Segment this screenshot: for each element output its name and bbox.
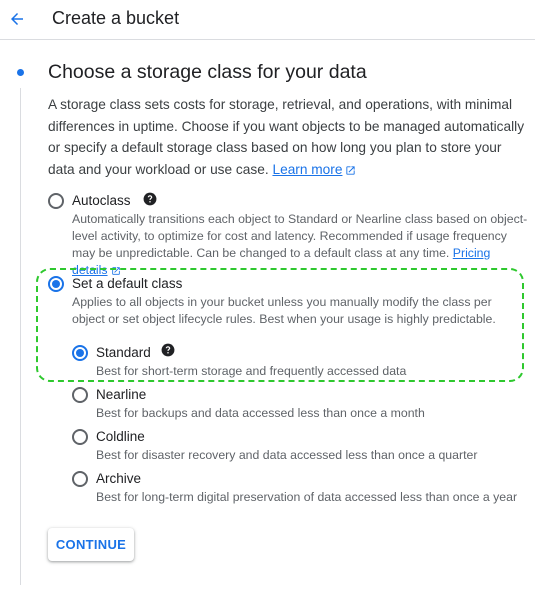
nearline-description: Best for backups and data accessed less … [96, 406, 425, 420]
arrow-back-icon [11, 13, 23, 25]
open-in-new-icon [346, 165, 356, 175]
standard-radio[interactable] [72, 345, 88, 361]
archive-radio[interactable] [72, 471, 88, 487]
autoclass-label: Autoclass [72, 193, 131, 208]
archive-label: Archive [96, 471, 142, 486]
nearline-radio[interactable] [72, 387, 88, 403]
autoclass-radio[interactable] [48, 193, 64, 209]
default-class-label: Set a default class [72, 276, 183, 291]
learn-more-link[interactable]: Learn more [272, 162, 356, 177]
standard-description: Best for short-term storage and frequent… [96, 364, 407, 378]
autoclass-help-icon[interactable] [143, 192, 157, 206]
back-button[interactable] [4, 6, 30, 32]
step-connector-line [20, 88, 21, 585]
coldline-radio[interactable] [72, 429, 88, 445]
standard-help-icon[interactable] [161, 343, 175, 357]
step-indicator-dot [17, 69, 24, 76]
section-description: A storage class sets costs for storage, … [48, 94, 526, 180]
page-title: Create a bucket [52, 8, 180, 28]
top-bar: Create a bucket [0, 0, 535, 40]
continue-button[interactable]: CONTINUE [48, 528, 134, 561]
default-class-description: Applies to all objects in your bucket un… [72, 295, 496, 326]
coldline-description: Best for disaster recovery and data acce… [96, 448, 478, 462]
autoclass-description: Automatically transitions each object to… [72, 211, 528, 279]
open-in-new-icon [111, 267, 120, 275]
standard-label: Standard [96, 345, 151, 360]
section-title: Choose a storage class for your data [48, 61, 367, 83]
nearline-label: Nearline [96, 387, 147, 402]
learn-more-text: Learn more [272, 161, 343, 177]
archive-description: Best for long-term digital preservation … [96, 490, 518, 504]
default-class-radio[interactable] [48, 276, 64, 292]
coldline-label: Coldline [96, 429, 145, 444]
